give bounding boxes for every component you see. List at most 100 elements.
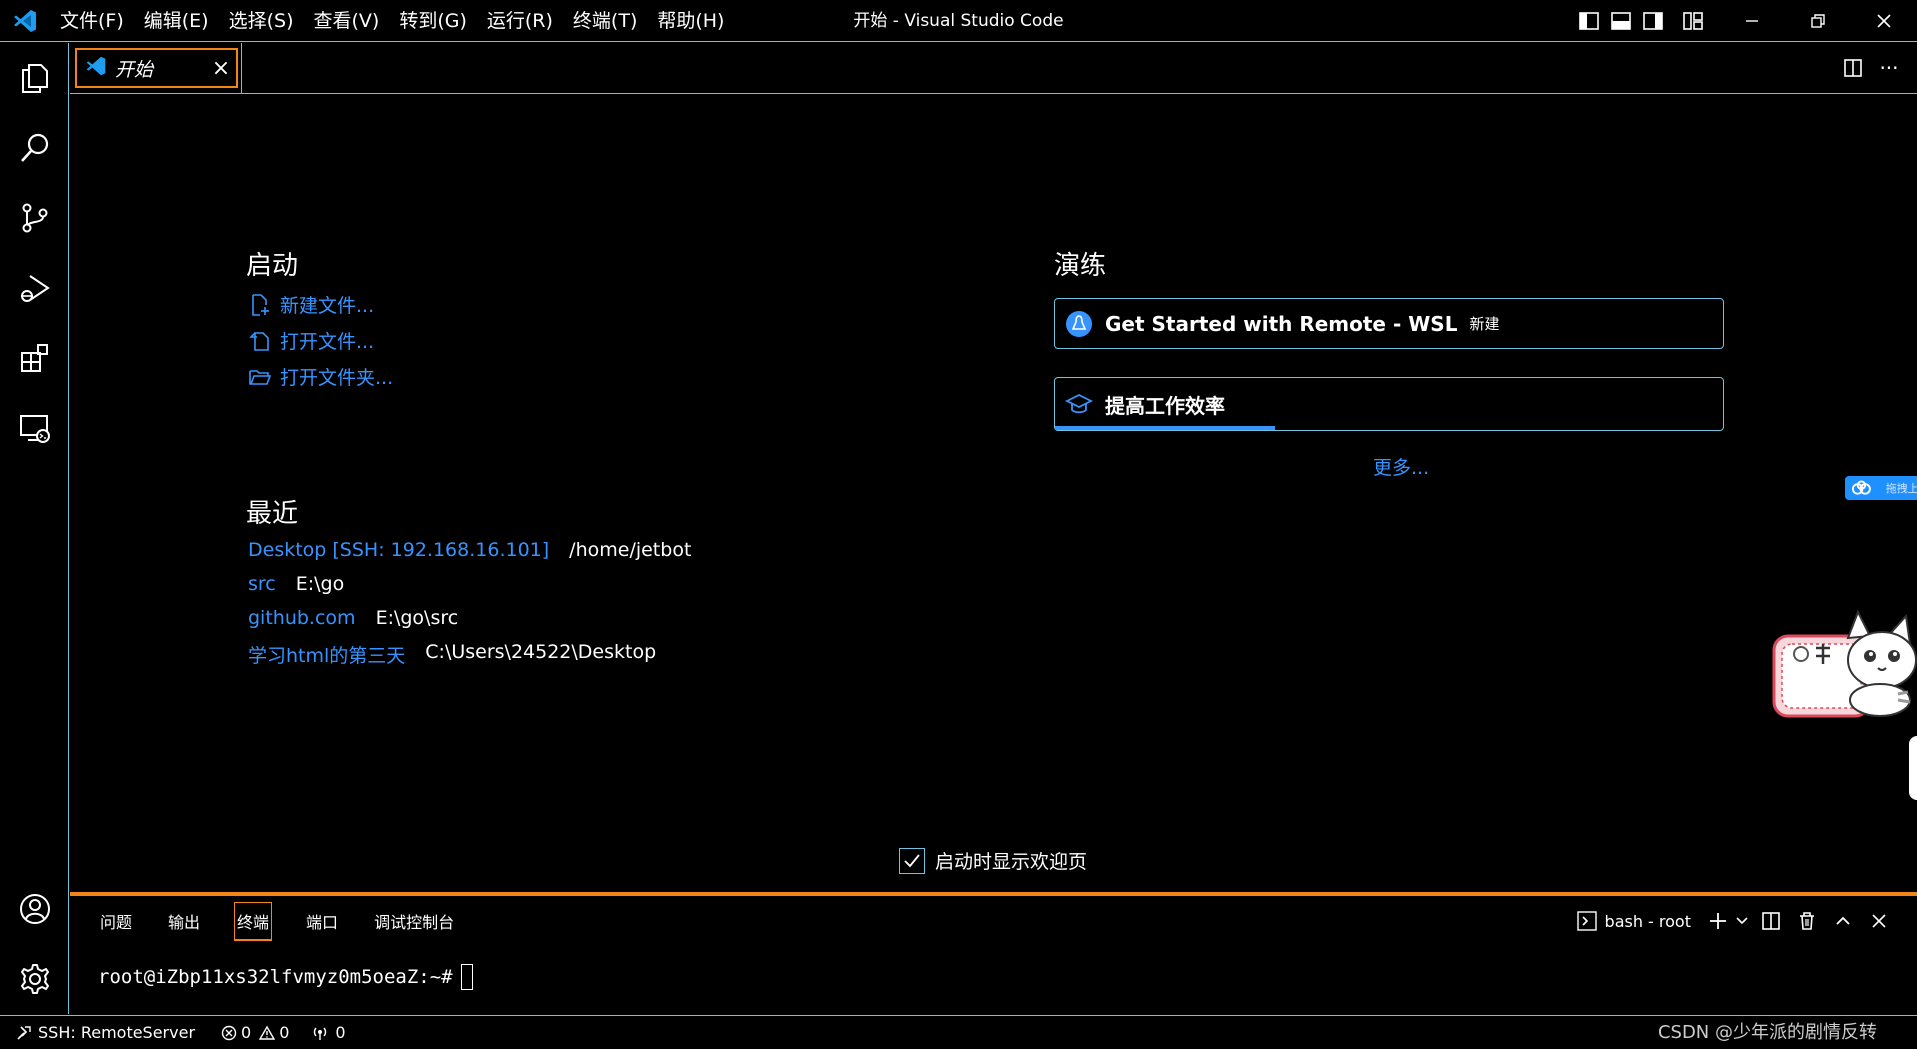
recent-item: Desktop [SSH: 192.168.16.101] /home/jetb… [248,539,691,561]
ports-indicator[interactable]: 0 [311,1023,346,1042]
terminal-name: bash - root [1604,911,1691,931]
tab-welcome[interactable]: 开始 × [75,48,238,88]
recent-item-name[interactable]: 学习html的第三天 [248,641,405,668]
bottom-panel: 问题 输出 终端 端口 调试控制台 bash - root root@iZbp1… [70,896,1917,1014]
terminal-output[interactable]: root@iZbp11xs32lfvmyz0m5oeaZ:~# [98,964,473,990]
new-file-link[interactable]: 新建文件... [248,291,374,318]
tab-terminal[interactable]: 终端 [234,901,273,941]
recent-item-name[interactable]: github.com [248,607,356,629]
menu-bar: 文件(F) 编辑(E) 选择(S) 查看(V) 转到(G) 运行(R) 终端(T… [50,0,734,42]
tab-output[interactable]: 输出 [166,903,202,939]
extensions-icon[interactable] [0,323,69,393]
error-count: 0 [241,1023,252,1042]
editor-tab-bar: 开始 × ··· [70,43,1917,94]
more-walkthroughs-link[interactable]: 更多... [1373,453,1429,480]
close-window-icon[interactable] [1851,0,1917,42]
chevron-down-icon[interactable] [1731,896,1753,946]
vscode-tab-icon [85,55,107,81]
recent-item-path: /home/jetbot [569,539,692,561]
terminal-prompt: root@iZbp11xs32lfvmyz0m5oeaZ:~# [98,966,453,988]
warning-count: 0 [279,1023,290,1042]
recent-title: 最近 [246,499,299,529]
new-file-label: 新建文件... [280,295,375,317]
tab-debug-console[interactable]: 调试控制台 [372,903,456,939]
floating-cloud-widget[interactable]: 拖拽上 [1845,476,1917,500]
menu-edit[interactable]: 编辑(E) [134,0,219,42]
tab-label: 开始 [115,58,154,81]
search-icon[interactable] [0,113,69,183]
editor-actions: ··· [1835,43,1907,93]
recent-item-name[interactable]: src [248,573,276,595]
activity-bar-bottom [0,874,69,1014]
recent-item-name[interactable]: Desktop [SSH: 192.168.16.101] [248,539,549,561]
maximize-panel-icon[interactable] [1825,896,1861,946]
run-debug-icon[interactable] [0,253,69,323]
open-file-icon [249,331,269,351]
open-folder-link[interactable]: 打开文件夹... [248,363,393,390]
customize-layout-icon[interactable] [1677,0,1709,42]
activity-bar [0,43,69,1014]
remote-label: SSH: RemoteServer [38,1023,196,1042]
new-terminal-icon[interactable] [1705,896,1731,946]
cat-sticker-image[interactable] [1770,608,1917,720]
show-welcome-checkbox[interactable] [899,847,925,874]
linux-icon [1066,310,1092,337]
explorer-icon[interactable] [0,43,69,113]
title-actions [1573,0,1917,42]
menu-file[interactable]: 文件(F) [50,0,134,42]
manage-gear-icon[interactable] [0,944,69,1014]
toggle-panel-icon[interactable] [1605,0,1637,42]
status-bar: SSH: RemoteServer 0 0 0 [0,1015,1917,1049]
source-control-icon[interactable] [0,183,69,253]
accounts-icon[interactable] [0,874,69,944]
terminal-cursor [460,964,473,990]
broadcast-icon [314,1027,327,1040]
walkthrough-productivity[interactable]: 提高工作效率 [1054,377,1724,431]
vscode-logo-icon [0,0,50,42]
check-icon [904,853,920,867]
tab-problems[interactable]: 问题 [98,903,134,939]
toggle-primary-sidebar-icon[interactable] [1573,0,1605,42]
terminal-icon [1576,911,1597,931]
mortarboard-icon [1065,393,1093,414]
remote-indicator[interactable]: SSH: RemoteServer [16,1023,195,1042]
open-file-label: 打开文件... [280,331,375,353]
open-folder-label: 打开文件夹... [280,367,394,389]
recent-item: 学习html的第三天 C:\Users\24522\Desktop [248,641,656,668]
side-drag-handle[interactable] [1909,736,1917,800]
show-welcome-option[interactable]: 启动时显示欢迎页 [899,847,1087,874]
restore-icon[interactable] [1785,0,1851,42]
cloud-icon [1851,480,1871,495]
panel-actions: bash - root [1576,896,1897,946]
menu-view[interactable]: 查看(V) [304,0,390,42]
show-welcome-label: 启动时显示欢迎页 [935,851,1088,873]
csdn-watermark: CSDN @少年派的剧情反转 [1657,1022,1877,1043]
tab-close-icon[interactable]: × [206,56,236,81]
minimize-icon[interactable] [1719,0,1785,42]
menu-selection[interactable]: 选择(S) [219,0,304,42]
more-actions-icon[interactable]: ··· [1871,43,1907,93]
recent-item-path: C:\Users\24522\Desktop [425,641,657,663]
recent-item-path: E:\go [295,573,345,595]
walkthroughs-title: 演练 [1054,251,1107,281]
close-panel-icon[interactable] [1861,896,1897,946]
open-file-link[interactable]: 打开文件... [248,327,374,354]
toggle-secondary-sidebar-icon[interactable] [1637,0,1669,42]
open-folder-icon [249,369,272,385]
recent-item-path: E:\go\src [375,607,459,629]
split-terminal-icon[interactable] [1753,896,1789,946]
tab-ports[interactable]: 端口 [304,903,340,939]
new-file-icon [252,293,269,316]
split-editor-icon[interactable] [1835,43,1871,93]
problems-indicator[interactable]: 0 0 [221,1023,289,1042]
trash-icon[interactable] [1789,896,1825,946]
error-icon [221,1025,237,1040]
menu-terminal[interactable]: 终端(T) [563,0,647,42]
terminal-selector[interactable]: bash - root [1576,911,1691,931]
remote-explorer-icon[interactable] [0,393,69,463]
menu-help[interactable]: 帮助(H) [647,0,734,42]
menu-go[interactable]: 转到(G) [389,0,477,42]
walkthrough-remote-wsl[interactable]: Get Started with Remote - WSL 新建 [1054,298,1724,349]
menu-run[interactable]: 运行(R) [477,0,563,42]
remote-icon [17,1025,31,1040]
